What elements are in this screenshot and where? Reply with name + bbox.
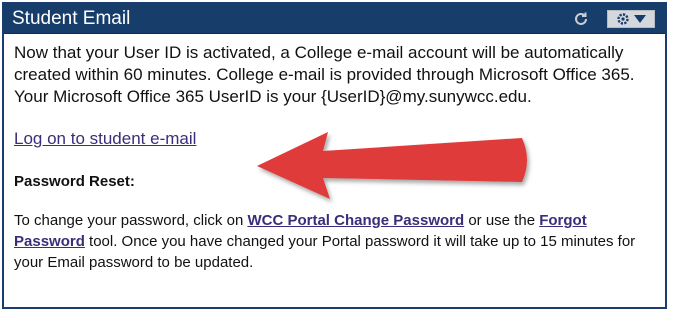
chevron-down-icon <box>634 14 646 23</box>
reset-text-part: tool. Once you have changed your Portal … <box>14 233 636 271</box>
portlet-header: Student Email <box>4 4 665 34</box>
intro-paragraph: Now that your User ID is activated, a Co… <box>14 43 635 106</box>
password-reset-text: To change your password, click on WCC Po… <box>14 210 659 273</box>
refresh-icon[interactable] <box>573 11 589 27</box>
student-email-portlet: Student Email Now that your User ID is a… <box>2 2 667 309</box>
header-controls <box>573 9 655 28</box>
portlet-options-button[interactable] <box>607 9 655 28</box>
password-reset-heading: Password Reset: <box>14 173 135 190</box>
portlet-title: Student Email <box>12 7 131 29</box>
wcc-portal-change-password-link[interactable]: WCC Portal Change Password <box>247 212 464 229</box>
portlet-content: Now that your User ID is activated, a Co… <box>4 34 665 273</box>
logon-student-email-link[interactable]: Log on to student e-mail <box>14 128 196 150</box>
reset-text-part: To change your password, click on <box>14 212 248 229</box>
gear-icon <box>616 12 630 26</box>
reset-text-part: or use the <box>464 212 540 229</box>
